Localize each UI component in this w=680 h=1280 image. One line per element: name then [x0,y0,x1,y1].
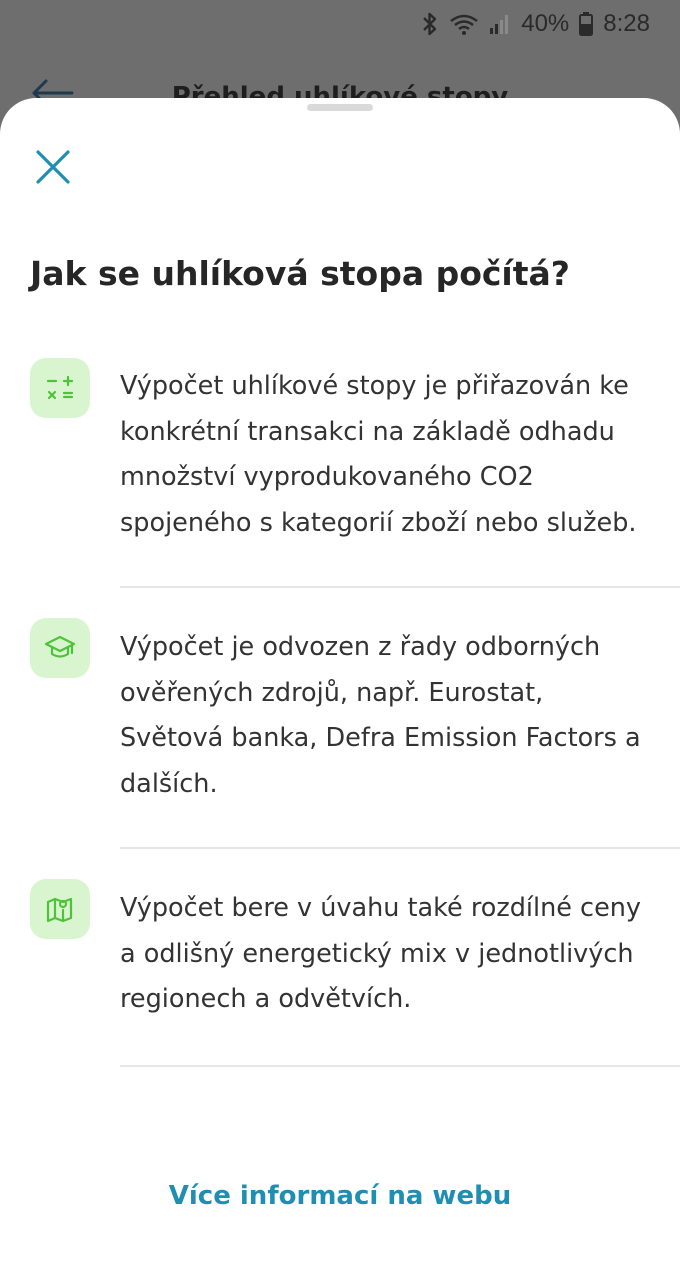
close-icon [35,149,71,189]
clock: 8:28 [603,10,650,37]
battery-percent: 40% [521,10,570,37]
battery-icon [579,12,594,36]
item-text: Výpočet je odvozen z řady odborných ověř… [120,632,641,799]
list-item: Výpočet uhlíkové stopy je přiřazován ke … [0,350,680,586]
status-bar: 40% 8:28 [0,0,680,48]
bottom-sheet: Jak se uhlíková stopa počítá? Výpočet uh… [0,98,680,1280]
info-list: Výpočet uhlíkové stopy je přiřazován ke … [0,350,680,1067]
wifi-icon [449,12,479,36]
signal-icon [489,12,511,36]
calculator-icon [30,358,90,418]
graduation-cap-icon [30,618,90,678]
more-info-link[interactable]: Více informací na webu [0,1181,680,1211]
item-text: Výpočet bere v úvahu také rozdílné ceny … [120,893,642,1014]
divider [120,1064,680,1067]
sheet-title: Jak se uhlíková stopa počítá? [30,254,570,293]
drag-handle[interactable] [307,104,373,111]
list-item: Výpočet bere v úvahu také rozdílné ceny … [0,849,680,1065]
map-pin-icon [30,879,90,939]
item-text: Výpočet uhlíkové stopy je přiřazován ke … [120,371,637,538]
screen: 40% 8:28 Přehled uhlíkové stopy Jak se u… [0,0,680,1280]
list-item: Výpočet je odvozen z řady odborných ověř… [0,588,680,847]
bluetooth-icon [421,11,439,37]
close-button[interactable] [30,146,76,192]
